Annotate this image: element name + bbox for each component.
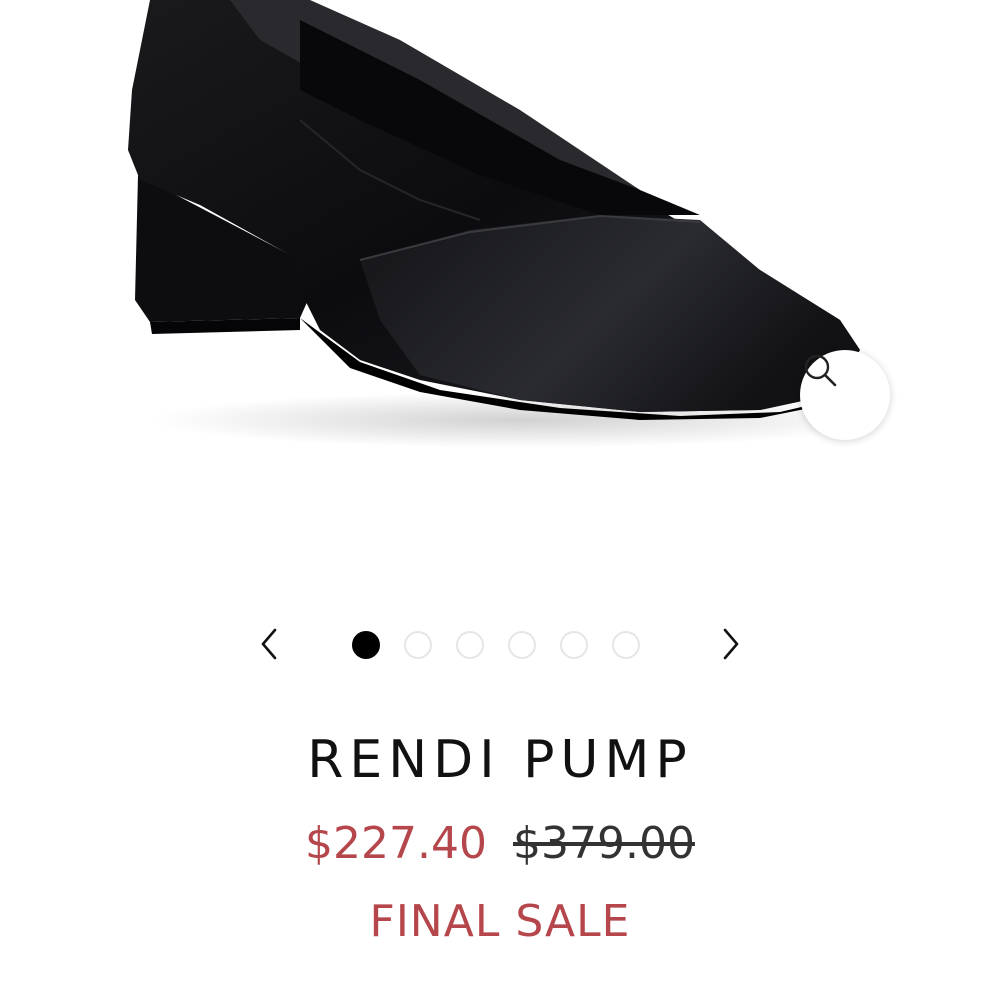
zoom-button[interactable] [800, 350, 890, 440]
image-carousel-nav [0, 620, 1000, 670]
original-price: $379.00 [513, 818, 695, 869]
carousel-dots [352, 630, 640, 660]
carousel-dot-1[interactable] [352, 631, 380, 659]
search-icon [804, 354, 837, 387]
sale-price: $227.40 [305, 818, 487, 869]
product-title: RENDI PUMP [307, 730, 693, 790]
black-pump-shoe-image [128, 0, 890, 448]
carousel-dot-6[interactable] [612, 631, 640, 659]
carousel-dot-3[interactable] [456, 631, 484, 659]
carousel-dot-5[interactable] [560, 631, 588, 659]
carousel-dot-2[interactable] [404, 631, 432, 659]
chevron-left-icon [261, 628, 277, 660]
previous-image-button[interactable] [252, 626, 288, 662]
next-image-button[interactable] [712, 626, 748, 662]
chevron-right-icon [723, 628, 739, 660]
price-row: $227.40 $379.00 [0, 818, 1000, 869]
carousel-dot-4[interactable] [508, 631, 536, 659]
product-image[interactable] [0, 0, 1000, 560]
final-sale-label: FINAL SALE [369, 896, 631, 947]
